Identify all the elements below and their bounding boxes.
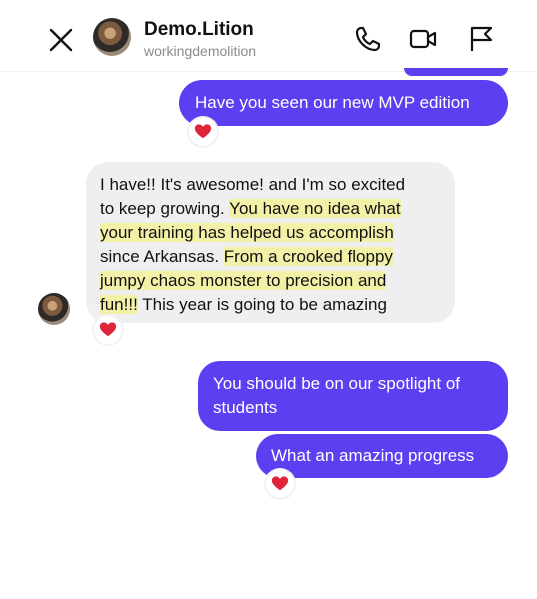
highlighted-text: your training has helped us accomplish (100, 223, 394, 242)
outgoing-message[interactable]: You should be on our spotlight of studen… (198, 361, 508, 431)
contact-name[interactable]: Demo.Lition (144, 19, 254, 41)
heart-reaction[interactable] (94, 316, 122, 344)
previous-message-bubble[interactable] (404, 68, 508, 76)
heart-reaction[interactable] (189, 118, 217, 146)
message-line: jumpy chaos monster to precision and (100, 269, 387, 292)
message-line: I have!! It's awesome! and I'm so excite… (100, 175, 406, 194)
highlighted-text: fun!!! (100, 295, 138, 314)
chat-header: Demo.Lition workingdemolition (0, 0, 537, 72)
message-line: since Arkansas. From a crooked floppy (100, 247, 393, 266)
avatar[interactable] (38, 293, 70, 325)
incoming-message[interactable]: I have!! It's awesome! and I'm so excite… (86, 162, 455, 323)
message-line: to keep growing. You have no idea what (100, 199, 401, 218)
close-icon[interactable] (47, 26, 75, 54)
outgoing-message[interactable]: What an amazing progress (256, 434, 508, 478)
highlighted-text: jumpy chaos monster to precision and (100, 271, 387, 290)
heart-icon (271, 476, 289, 491)
video-icon[interactable] (408, 24, 438, 54)
contact-handle: workingdemolition (144, 43, 257, 59)
outgoing-message[interactable]: Have you seen our new MVP edition (179, 80, 508, 126)
message-line: You should be on our spotlight of (213, 374, 461, 393)
message-text: What an amazing progress (271, 446, 475, 465)
flag-icon[interactable] (466, 24, 496, 54)
message-line: students (213, 398, 278, 417)
message-line: fun!!! This year is going to be amazing (100, 295, 387, 314)
message-text: Have you seen our new MVP edition (195, 93, 470, 112)
avatar[interactable] (93, 18, 131, 56)
phone-icon[interactable] (353, 24, 383, 54)
heart-icon (194, 124, 212, 139)
highlighted-text: From a crooked floppy (223, 247, 393, 266)
heart-icon (99, 322, 117, 337)
heart-reaction[interactable] (266, 470, 294, 498)
message-line: your training has helped us accomplish (100, 221, 394, 244)
highlighted-text: You have no idea what (229, 199, 401, 218)
